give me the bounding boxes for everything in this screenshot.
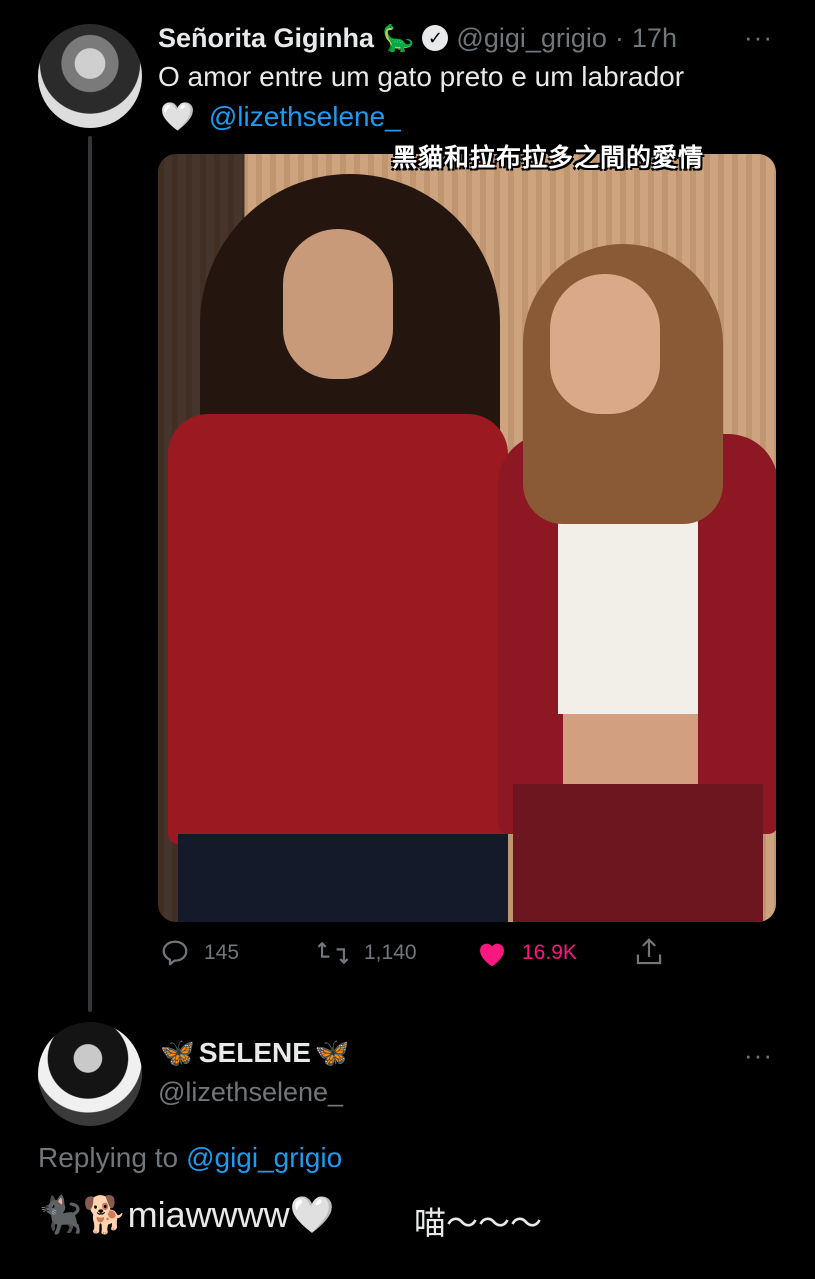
author-name[interactable]: Señorita Giginha — [158, 23, 374, 54]
cat-dog-emoji-icon: 🐈‍⬛🐕 — [38, 1194, 128, 1235]
reply-header: 🦋 SELENE 🦋 — [160, 1036, 350, 1069]
photo-person-right-face — [550, 274, 660, 414]
author-avatar[interactable] — [38, 24, 142, 128]
reply-translation: 喵～～～ — [414, 1205, 543, 1241]
replying-to-label: Replying to — [38, 1142, 179, 1173]
reply-author-handle[interactable]: @lizethselene_ — [158, 1077, 343, 1108]
mention-link[interactable]: @lizethselene_ — [209, 101, 401, 133]
photo-person-right-midriff — [563, 714, 698, 784]
image-caption-overlay: 黑貓和拉布拉多之間的愛情 — [392, 144, 705, 172]
photo-person-right-pants — [513, 784, 763, 922]
reply-text: 🐈‍⬛🐕 miawwww 🤍 — [38, 1194, 334, 1236]
reply-count: 145 — [204, 941, 240, 964]
retweet-count: 1,140 — [364, 941, 417, 964]
replying-to-handle[interactable]: @gigi_grigio — [186, 1142, 342, 1174]
more-options-icon[interactable]: ··· — [744, 22, 773, 53]
reply-icon — [162, 940, 188, 966]
thread-line — [88, 136, 92, 1012]
butterfly-left-icon: 🦋 — [160, 1037, 195, 1068]
retweet-icon — [317, 941, 349, 965]
reply-more-options-icon[interactable]: ··· — [744, 1040, 773, 1071]
white-heart-icon: 🤍 — [160, 101, 195, 132]
tweet-text-line2: 🤍 @lizethselene_ — [160, 100, 401, 133]
reply-text-body: miawwww — [127, 1194, 290, 1235]
verified-badge-icon: ✓ — [422, 25, 449, 51]
tweet-header: Señorita Giginha 🦕 ✓ @gigi_grigio · 17h — [158, 20, 677, 56]
reply-white-heart-icon: 🤍 — [289, 1194, 335, 1235]
replying-to: Replying to @gigi_grigio — [38, 1142, 342, 1174]
photo-person-left-sweater — [168, 414, 508, 844]
tweet-time[interactable]: 17h — [632, 23, 677, 54]
heart-filled-icon — [480, 943, 504, 967]
photo-person-left-pants — [178, 834, 508, 922]
dinosaur-emoji-icon: 🦕 — [382, 22, 415, 53]
tweet-text-line1: O amor entre um gato preto e um labrador — [158, 61, 685, 92]
tweet-photo[interactable] — [158, 154, 776, 922]
reply-action[interactable]: 145 — [160, 938, 239, 968]
photo-person-left-face — [283, 229, 393, 379]
separator-dot: · — [614, 22, 624, 53]
retweet-action[interactable]: 1,140 — [316, 938, 417, 968]
share-action[interactable] — [634, 936, 664, 968]
like-count: 16.9K — [522, 941, 577, 964]
author-handle[interactable]: @gigi_grigio — [456, 23, 607, 54]
reply-author-avatar[interactable] — [38, 1022, 142, 1126]
share-icon — [636, 938, 662, 965]
butterfly-right-icon: 🦋 — [314, 1037, 350, 1068]
like-action[interactable]: 16.9K — [476, 938, 577, 968]
reply-author-name[interactable]: SELENE — [199, 1037, 311, 1069]
